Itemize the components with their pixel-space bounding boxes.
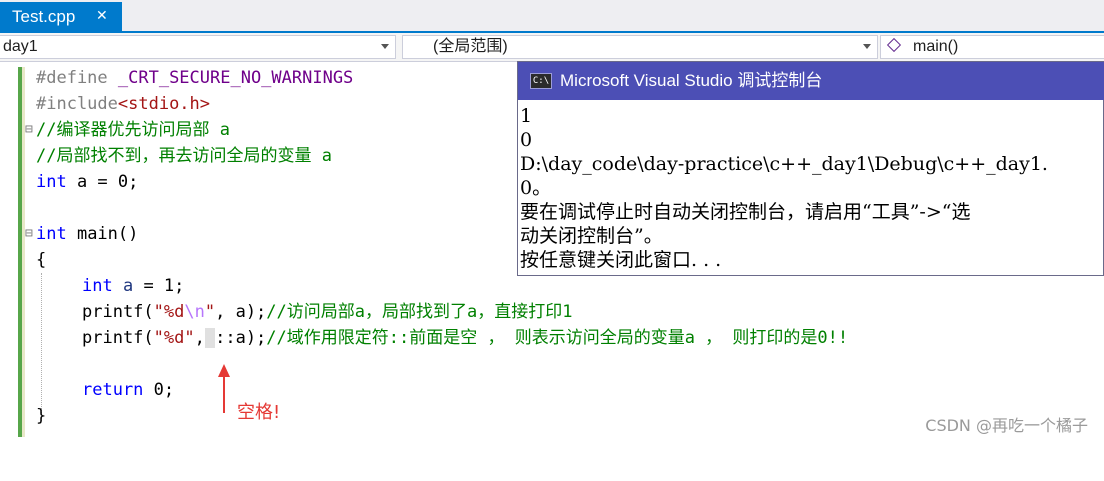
keyword: int xyxy=(82,276,113,296)
code-text: main() xyxy=(66,224,139,244)
header-name: <stdio.h> xyxy=(117,94,211,114)
code-line-10: printf("%d\n", a);//访问局部a，局部找到了a，直接打印1 xyxy=(0,299,1104,325)
watermark: CSDN @再吃一个橘子 xyxy=(925,416,1088,435)
string-literal: "%d" xyxy=(153,328,195,348)
console-title-bar[interactable]: C:\ Microsoft Visual Studio 调试控制台 xyxy=(518,62,1104,100)
console-line: D:\day_code\day-practice\c++_day1\Debug\… xyxy=(520,153,1048,175)
string-literal: " xyxy=(204,302,216,322)
string-literal: "%d xyxy=(153,302,185,322)
keyword: return xyxy=(82,380,144,400)
debug-console-window[interactable]: C:\ Microsoft Visual Studio 调试控制台 1 0 D:… xyxy=(517,61,1104,276)
code-line-13: return 0; xyxy=(0,377,1104,403)
variable: a xyxy=(112,276,134,296)
comment: //编译器优先访问局部 a xyxy=(36,120,230,140)
close-icon[interactable]: ✕ xyxy=(96,2,108,31)
document-tab-bar: Test.cpp ✕ xyxy=(0,0,1104,31)
annotation-arrow-shaft xyxy=(223,375,225,413)
project-dropdown[interactable]: day1 xyxy=(0,35,396,59)
chevron-down-icon xyxy=(381,44,389,49)
console-icon: C:\ xyxy=(530,73,552,89)
console-title: Microsoft Visual Studio 调试控制台 xyxy=(560,71,823,90)
open-brace: { xyxy=(36,250,47,270)
comment: //域作用限定符::前面是空 ， 则表示访问全局的变量a ， 则打印的是0!! xyxy=(266,328,849,348)
fold-minus-icon[interactable]: ⊟ xyxy=(25,221,33,247)
escape-sequence: \n xyxy=(184,302,205,322)
console-line: 0 xyxy=(520,129,533,151)
macro-name: _CRT_SECURE_NO_WARNINGS xyxy=(107,68,354,88)
function-cube-icon xyxy=(886,37,902,53)
preprocessor-keyword: #define xyxy=(36,68,108,88)
function-dropdown[interactable]: main() xyxy=(880,35,1104,59)
console-line: 0。 xyxy=(520,177,552,199)
close-brace: } xyxy=(36,406,47,426)
tab-test-cpp[interactable]: Test.cpp ✕ xyxy=(0,2,122,31)
code-text: ::a); xyxy=(215,328,267,348)
chevron-down-icon xyxy=(863,44,871,49)
project-value: day1 xyxy=(3,38,38,55)
preprocessor-keyword: #include xyxy=(36,94,118,114)
console-line: 要在调试停止时自动关闭控制台，请启用“工具”->“选 xyxy=(520,201,971,223)
code-line-11: printf("%d", ::a);//域作用限定符::前面是空 ， 则表示访问… xyxy=(0,325,1104,351)
comment: //局部找不到，再去访问全局的变量 a xyxy=(36,146,332,166)
code-text: = 1; xyxy=(133,276,185,296)
annotation-note: 空格! xyxy=(237,402,281,423)
function-value: main() xyxy=(913,38,959,55)
console-line: 1 xyxy=(520,105,533,127)
code-text: 0; xyxy=(143,380,175,400)
code-text: , xyxy=(194,328,205,348)
function-call: printf( xyxy=(82,302,154,322)
console-line: 动关闭控制台”。 xyxy=(520,225,663,247)
comment: //访问局部a，局部找到了a，直接打印1 xyxy=(266,302,573,322)
console-line: 按任意键关闭此窗口. . . xyxy=(520,249,722,271)
navigation-bar: day1 (全局范围) main() xyxy=(0,33,1104,62)
highlighted-space xyxy=(204,328,216,348)
console-output: 1 0 D:\day_code\day-practice\c++_day1\De… xyxy=(520,104,1103,274)
fold-minus-icon[interactable]: ⊟ xyxy=(25,117,33,143)
code-text: a = 0; xyxy=(66,172,139,192)
scope-value: (全局范围) xyxy=(433,38,508,55)
keyword: int xyxy=(36,172,67,192)
code-text: , a); xyxy=(215,302,267,322)
code-line-9: int a = 1; xyxy=(0,273,1104,299)
function-call: printf( xyxy=(82,328,154,348)
keyword: int xyxy=(36,224,67,244)
scope-dropdown[interactable]: (全局范围) xyxy=(402,35,878,59)
tab-label: Test.cpp xyxy=(12,7,76,26)
